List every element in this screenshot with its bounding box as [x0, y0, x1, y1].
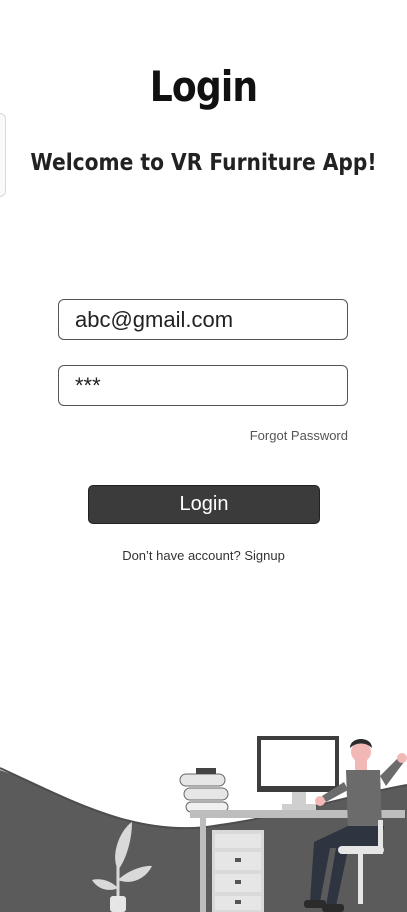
welcome-subtitle: Welcome to VR Furniture App!: [30, 150, 377, 176]
login-button[interactable]: Login: [88, 485, 320, 524]
drawer-cabinet-icon: [212, 830, 264, 912]
person-at-desk-illustration: [0, 736, 407, 912]
password-field[interactable]: [58, 365, 348, 406]
forgot-password-link[interactable]: Forgot Password: [250, 428, 348, 443]
books-icon: [179, 768, 229, 813]
signup-link[interactable]: Don’t have account? Signup: [0, 548, 407, 563]
page-title: Login: [149, 62, 258, 111]
side-drawer-handle[interactable]: [0, 113, 6, 197]
email-field[interactable]: [58, 299, 348, 340]
